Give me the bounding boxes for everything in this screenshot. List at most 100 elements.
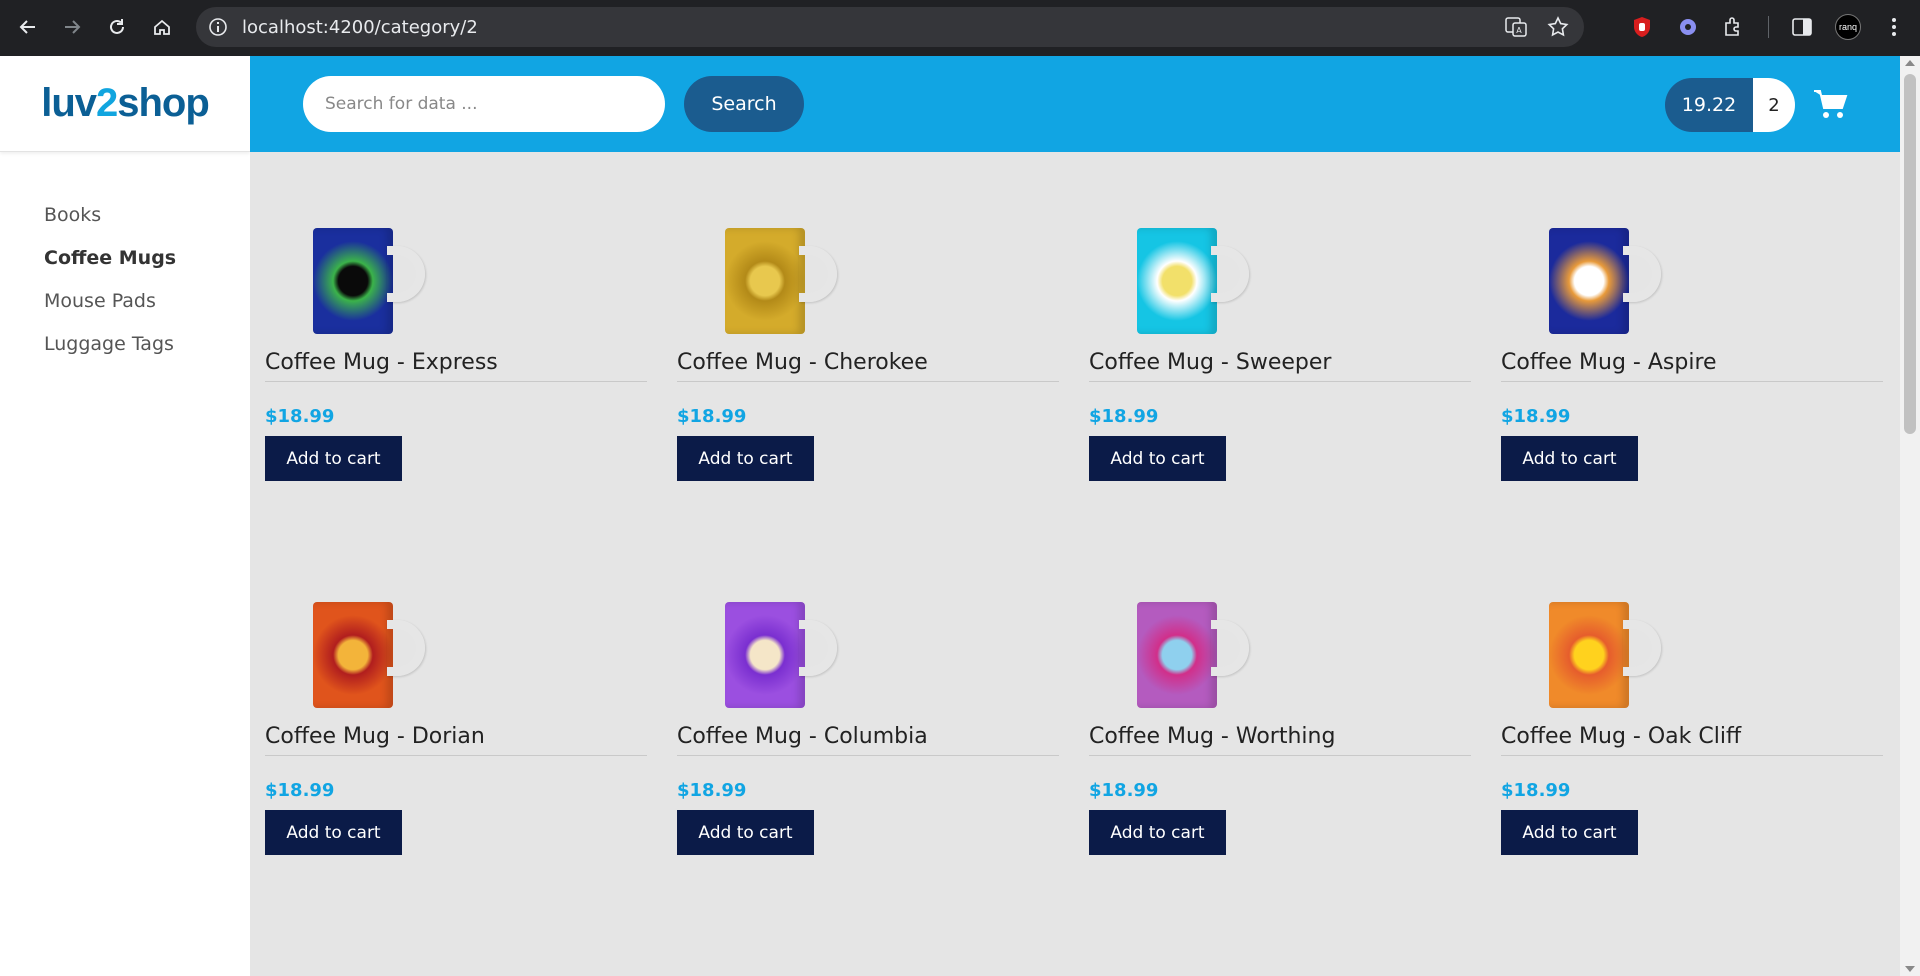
mug-body	[1549, 602, 1629, 708]
home-icon	[154, 19, 170, 35]
product-price: $18.99	[1089, 406, 1159, 427]
product-name[interactable]: Coffee Mug - Sweeper	[1089, 350, 1471, 382]
reload-button[interactable]	[95, 5, 139, 49]
toolbar-divider	[1764, 10, 1772, 44]
mug-handle	[799, 620, 837, 676]
mug-body	[313, 228, 393, 334]
logo-text-shop: shop	[117, 81, 210, 125]
side-panel-icon[interactable]	[1786, 10, 1818, 44]
product-name[interactable]: Coffee Mug - Express	[265, 350, 647, 382]
mug-body	[1549, 228, 1629, 334]
product-image[interactable]	[1129, 600, 1249, 710]
product-price: $18.99	[265, 406, 335, 427]
mug-handle	[1623, 620, 1661, 676]
product-image[interactable]	[717, 226, 837, 336]
category-menu: Books Coffee Mugs Mouse Pads Luggage Tag…	[0, 152, 250, 356]
mug-handle	[1211, 620, 1249, 676]
product-card: Coffee Mug - Sweeper $18.99 Add to cart	[1089, 182, 1471, 532]
mug-handle	[387, 620, 425, 676]
extensions-puzzle-icon[interactable]	[1718, 10, 1750, 44]
search-input[interactable]: Search for data ...	[303, 76, 665, 132]
sidebar-item-books[interactable]: Books	[44, 204, 250, 227]
product-name[interactable]: Coffee Mug - Dorian	[265, 724, 647, 756]
product-card: Coffee Mug - Worthing $18.99 Add to cart	[1089, 556, 1471, 906]
product-price: $18.99	[677, 780, 747, 801]
site-info-icon[interactable]	[206, 15, 230, 39]
product-name[interactable]: Coffee Mug - Worthing	[1089, 724, 1471, 756]
search-button[interactable]: Search	[684, 76, 804, 132]
product-price: $18.99	[1501, 406, 1571, 427]
profile-avatar[interactable]: ranq	[1832, 10, 1864, 44]
reload-icon	[110, 19, 124, 34]
brand-logo[interactable]: luv2shop	[41, 81, 210, 126]
sidebar-item-mouse-pads[interactable]: Mouse Pads	[44, 290, 250, 313]
product-card: Coffee Mug - Aspire $18.99 Add to cart	[1501, 182, 1883, 532]
add-to-cart-button[interactable]: Add to cart	[265, 810, 402, 855]
logo-text-2: 2	[96, 81, 118, 125]
product-price: $18.99	[677, 406, 747, 427]
translate-icon[interactable]: A	[1504, 15, 1528, 39]
product-name[interactable]: Coffee Mug - Oak Cliff	[1501, 724, 1883, 756]
add-to-cart-button[interactable]: Add to cart	[1089, 810, 1226, 855]
arrow-left-icon	[19, 20, 35, 34]
product-image[interactable]	[1541, 600, 1661, 710]
add-to-cart-button[interactable]: Add to cart	[677, 436, 814, 481]
add-to-cart-button[interactable]: Add to cart	[265, 436, 402, 481]
cart-quantity: 2	[1753, 78, 1795, 132]
browser-menu-icon[interactable]	[1878, 10, 1910, 44]
sidebar-item-luggage-tags[interactable]: Luggage Tags	[44, 333, 250, 356]
product-price: $18.99	[265, 780, 335, 801]
profile-label: ranq	[1835, 14, 1861, 40]
product-grid: Coffee Mug - Express $18.99 Add to cart Cof…	[265, 182, 1883, 906]
add-to-cart-button[interactable]: Add to cart	[1089, 436, 1226, 481]
sidebar: luv2shop Books Coffee Mugs Mouse Pads Lu…	[0, 56, 250, 976]
shopping-cart-icon[interactable]	[1813, 88, 1849, 120]
product-card: Coffee Mug - Cherokee $18.99 Add to cart	[677, 182, 1059, 532]
mug-handle	[1623, 246, 1661, 302]
url-text: localhost:4200/category/2	[242, 16, 478, 38]
product-image[interactable]	[305, 600, 425, 710]
logo-text-luv: luv	[41, 81, 97, 125]
svg-text:A: A	[1516, 26, 1522, 35]
forward-button[interactable]	[50, 5, 94, 49]
product-image[interactable]	[1541, 226, 1661, 336]
product-image[interactable]	[305, 226, 425, 336]
mug-body	[1137, 228, 1217, 334]
add-to-cart-button[interactable]: Add to cart	[677, 810, 814, 855]
product-name[interactable]: Coffee Mug - Cherokee	[677, 350, 1059, 382]
product-name[interactable]: Coffee Mug - Columbia	[677, 724, 1059, 756]
sidebar-item-coffee-mugs[interactable]: Coffee Mugs	[44, 247, 250, 270]
browser-toolbar: localhost:4200/category/2 A ranq	[0, 0, 1920, 56]
cart-status[interactable]: 19.22 2	[1665, 78, 1795, 132]
product-area: Coffee Mug - Express $18.99 Add to cart Cof…	[250, 152, 1900, 976]
mug-body	[725, 602, 805, 708]
product-image[interactable]	[717, 600, 837, 710]
page-scrollbar[interactable]	[1900, 56, 1920, 976]
arrow-right-icon	[65, 20, 81, 34]
mug-body	[1137, 602, 1217, 708]
mug-handle	[387, 246, 425, 302]
product-card: Coffee Mug - Express $18.99 Add to cart	[265, 182, 647, 532]
product-image[interactable]	[1129, 226, 1249, 336]
product-price: $18.99	[1089, 780, 1159, 801]
product-card: Coffee Mug - Dorian $18.99 Add to cart	[265, 556, 647, 906]
add-to-cart-button[interactable]: Add to cart	[1501, 810, 1638, 855]
scroll-down-icon[interactable]	[1905, 966, 1915, 972]
extension-gear-icon[interactable]	[1672, 10, 1704, 44]
mug-handle	[1211, 246, 1249, 302]
extension-hand-icon[interactable]	[1626, 10, 1658, 44]
product-card: Coffee Mug - Oak Cliff $18.99 Add to cart	[1501, 556, 1883, 906]
mug-handle	[799, 246, 837, 302]
mug-body	[725, 228, 805, 334]
add-to-cart-button[interactable]: Add to cart	[1501, 436, 1638, 481]
cart-total: 19.22	[1665, 78, 1753, 132]
scrollbar-thumb[interactable]	[1904, 74, 1916, 434]
scroll-up-icon[interactable]	[1905, 60, 1915, 66]
back-button[interactable]	[6, 5, 50, 49]
logo-container[interactable]: luv2shop	[0, 56, 250, 152]
home-button[interactable]	[140, 5, 184, 49]
bookmark-star-icon[interactable]	[1546, 15, 1570, 39]
address-bar[interactable]: localhost:4200/category/2 A	[196, 7, 1584, 47]
header-bar: Search for data ... Search 19.22 2	[250, 56, 1900, 152]
product-name[interactable]: Coffee Mug - Aspire	[1501, 350, 1883, 382]
